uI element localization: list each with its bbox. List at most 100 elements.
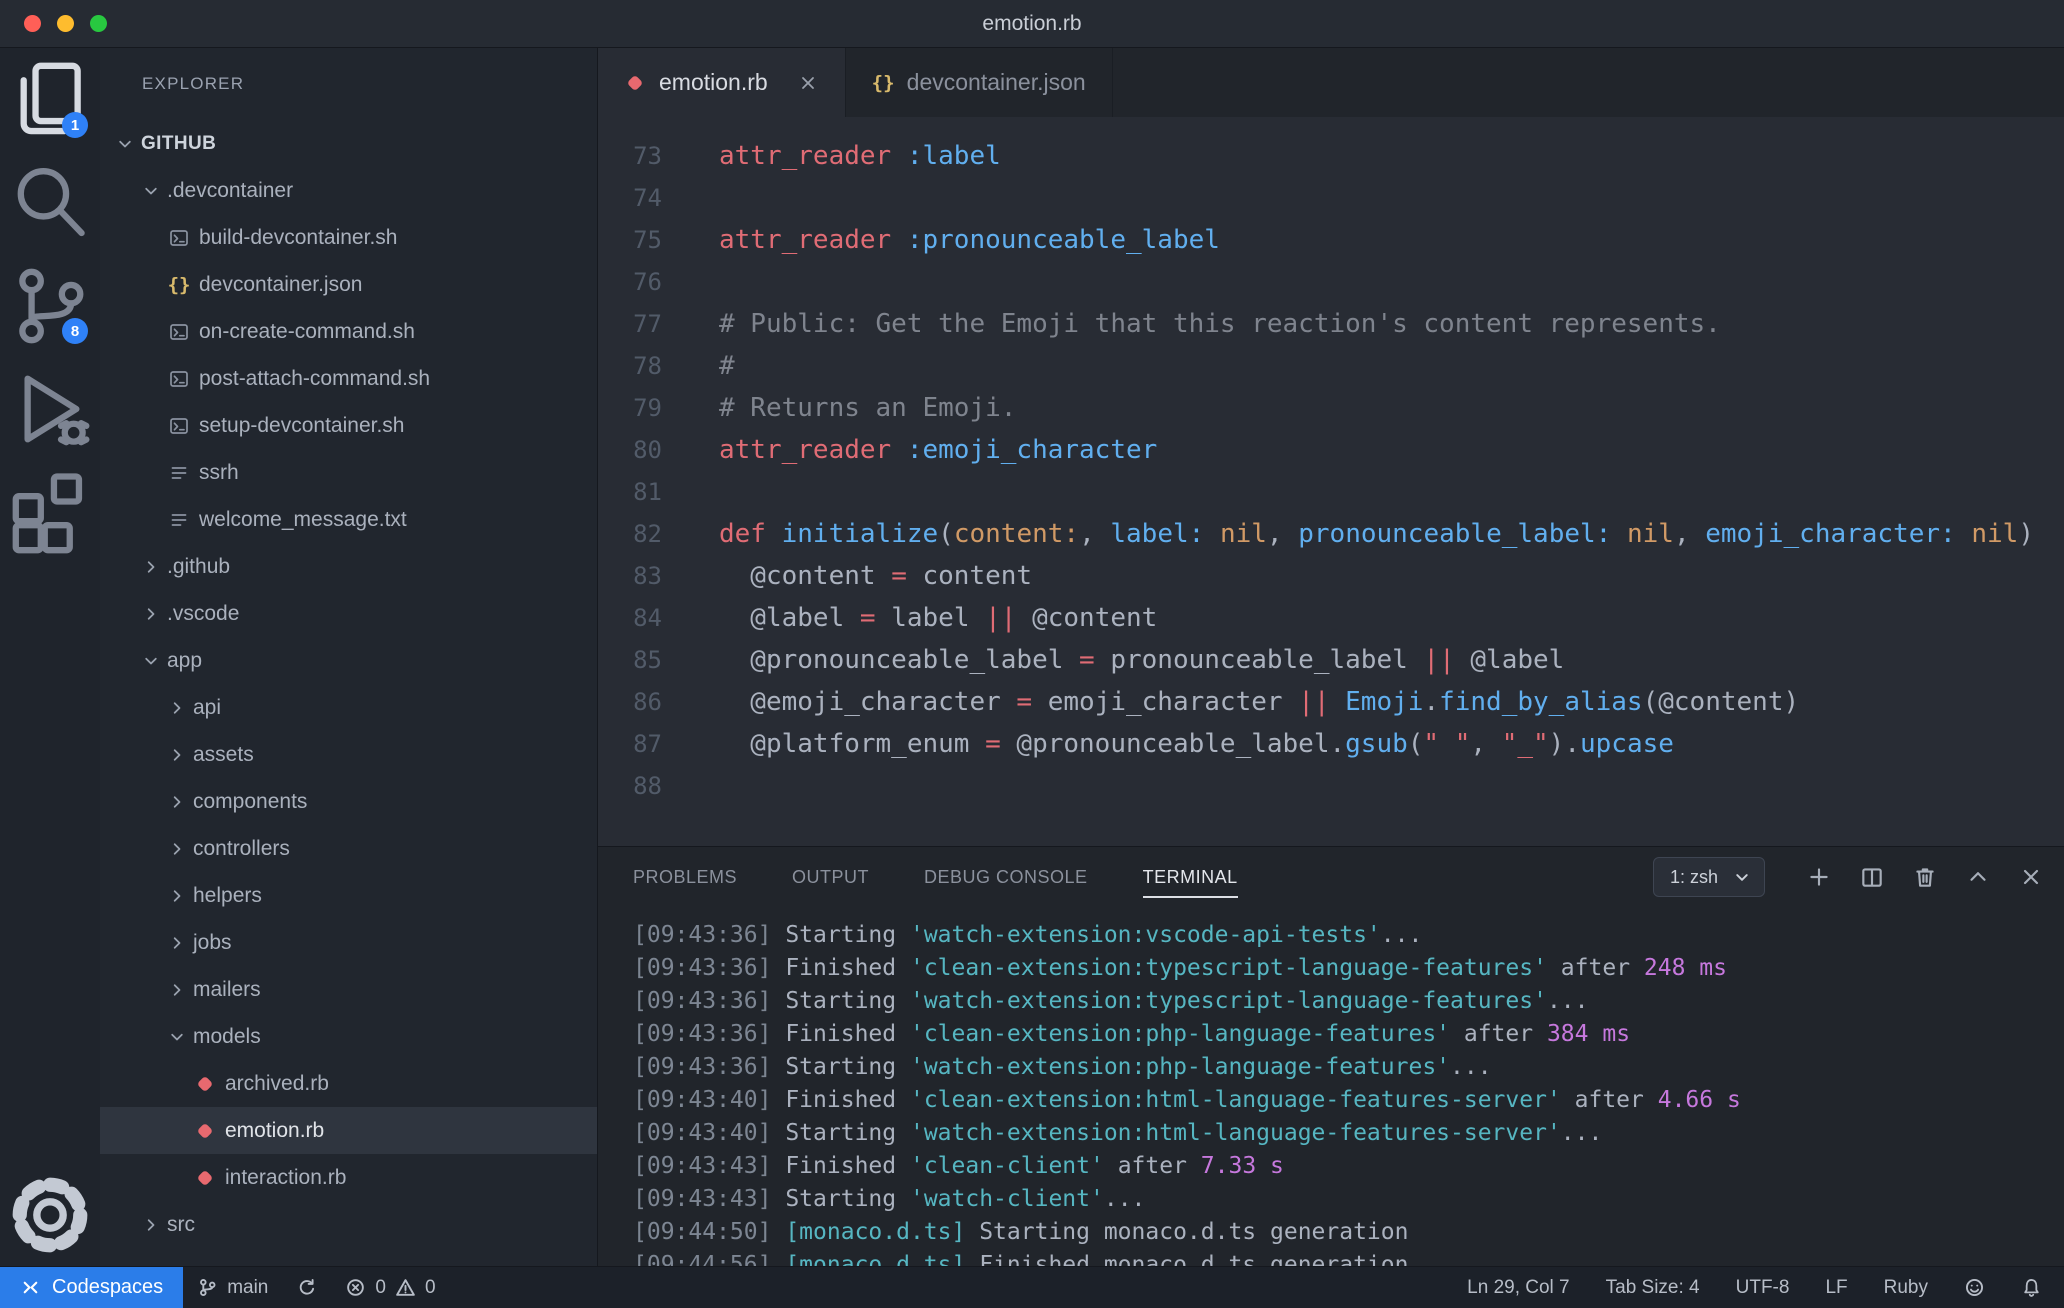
tree-item-label: setup-devcontainer.sh (199, 413, 405, 437)
tree-item-emotion-rb[interactable]: emotion.rb (100, 1107, 597, 1154)
close-window-button[interactable] (24, 15, 41, 32)
tree-item-app[interactable]: app (100, 637, 597, 684)
branch-indicator[interactable]: main (183, 1267, 282, 1308)
sync-button[interactable] (282, 1267, 331, 1308)
code-line[interactable]: 74 (598, 177, 2064, 219)
shell-file-icon (168, 415, 190, 437)
tree-item-setup-devcontainer-sh[interactable]: setup-devcontainer.sh (100, 402, 597, 449)
minimize-window-button[interactable] (57, 15, 74, 32)
activity-run-debug-button[interactable] (0, 357, 100, 460)
feedback-button[interactable] (1964, 1277, 1985, 1298)
activity-source-control-button[interactable]: 8 (0, 254, 100, 357)
codespaces-indicator[interactable]: Codespaces (0, 1267, 184, 1308)
code-line[interactable]: 84 @label = label || @content (598, 597, 2064, 639)
tree-item-models[interactable]: models (100, 1013, 597, 1060)
tree-item-on-create-command-sh[interactable]: on-create-command.sh (100, 308, 597, 355)
chevron-right-icon[interactable] (168, 793, 186, 811)
eol-indicator[interactable]: LF (1825, 1277, 1847, 1299)
code-line[interactable]: 76 (598, 261, 2064, 303)
code-editor[interactable]: 73 attr_reader :label 74 75 attr_reader :pro… (598, 117, 2064, 846)
split-terminal-button[interactable] (1859, 864, 1885, 890)
tree-item-interaction-rb[interactable]: interaction.rb (100, 1154, 597, 1201)
activity-extensions-button[interactable] (0, 460, 100, 563)
line-number: 74 (633, 184, 662, 212)
kill-terminal-button[interactable] (1912, 864, 1938, 890)
chevron-right-icon[interactable] (168, 746, 186, 764)
terminal-line: [09:43:43] Finished 'clean-client' after… (633, 1153, 1284, 1179)
settings-button[interactable] (0, 1163, 100, 1266)
panel-tab-debug-console[interactable]: DEBUG CONSOLE (924, 867, 1088, 888)
tree-item-devcontainer[interactable]: .devcontainer (100, 167, 597, 214)
code-line[interactable]: 73 attr_reader :label (598, 135, 2064, 177)
panel-tab-terminal[interactable]: TERMINAL (1142, 866, 1238, 898)
tree-item-label: on-create-command.sh (199, 319, 415, 343)
chevron-down-icon[interactable] (168, 1028, 186, 1046)
tree-item-archived-rb[interactable]: archived.rb (100, 1060, 597, 1107)
tree-item-ssrh[interactable]: ssrh (100, 449, 597, 496)
tree-item-controllers[interactable]: controllers (100, 825, 597, 872)
tree-item-jobs[interactable]: jobs (100, 919, 597, 966)
tree-item-src[interactable]: src (100, 1201, 597, 1248)
tree-item-mailers[interactable]: mailers (100, 966, 597, 1013)
panel-tab-problems[interactable]: PROBLEMS (633, 867, 737, 888)
chevron-right-icon[interactable] (142, 1216, 160, 1234)
tree-item-post-attach-command-sh[interactable]: post-attach-command.sh (100, 355, 597, 402)
chevron-right-icon[interactable] (168, 887, 186, 905)
code-line[interactable]: 79 # Returns an Emoji. (598, 387, 2064, 429)
encoding-indicator[interactable]: UTF-8 (1736, 1277, 1790, 1299)
tree-item-api[interactable]: api (100, 684, 597, 731)
problems-indicator[interactable]: 0 0 (331, 1267, 449, 1308)
tree-item-welcome-message-txt[interactable]: welcome_message.txt (100, 496, 597, 543)
code-line[interactable]: 75 attr_reader :pronounceable_label (598, 219, 2064, 261)
language-indicator[interactable]: Ruby (1884, 1277, 1928, 1299)
close-panel-button[interactable] (2018, 864, 2044, 890)
notifications-button[interactable] (2021, 1277, 2042, 1298)
tree-item-components[interactable]: components (100, 778, 597, 825)
tree-item-devcontainer-json[interactable]: {} devcontainer.json (100, 261, 597, 308)
zoom-window-button[interactable] (90, 15, 107, 32)
code-line[interactable]: 82 def initialize(content:, label: nil, p… (598, 513, 2064, 555)
indentation-indicator[interactable]: Tab Size: 4 (1606, 1277, 1700, 1299)
tree-item-assets[interactable]: assets (100, 731, 597, 778)
panel-tab-output[interactable]: OUTPUT (792, 867, 869, 888)
code-line[interactable]: 78 # (598, 345, 2064, 387)
close-tab-button[interactable] (797, 72, 819, 94)
chevron-right-icon[interactable] (142, 558, 160, 576)
maximize-panel-button[interactable] (1965, 864, 1991, 890)
code-line[interactable]: 83 @content = content (598, 555, 2064, 597)
tree-item-label: ssrh (199, 460, 239, 484)
code-line[interactable]: 87 @platform_enum = @pronounceable_label… (598, 723, 2064, 765)
chevron-right-icon[interactable] (168, 840, 186, 858)
tree-item-helpers[interactable]: helpers (100, 872, 597, 919)
code-line[interactable]: 81 (598, 471, 2064, 513)
new-terminal-button[interactable] (1806, 864, 1832, 890)
code-line[interactable]: 88 (598, 765, 2064, 807)
activity-search-button[interactable] (0, 151, 100, 254)
tree-item-build-devcontainer-sh[interactable]: build-devcontainer.sh (100, 214, 597, 261)
window-controls (24, 0, 107, 47)
branch-name: main (227, 1276, 269, 1298)
tab-devcontainer-json[interactable]: {} devcontainer.json (845, 48, 1113, 117)
activity-explorer-button[interactable]: 1 (0, 48, 100, 151)
chevron-right-icon[interactable] (168, 934, 186, 952)
cursor-position[interactable]: Ln 29, Col 7 (1467, 1277, 1569, 1299)
chevron-right-icon[interactable] (142, 605, 160, 623)
smiley-icon (1964, 1277, 1985, 1298)
code-line[interactable]: 80 attr_reader :emoji_character (598, 429, 2064, 471)
code-line[interactable]: 85 @pronounceable_label = pronounceable_… (598, 639, 2064, 681)
terminal-shell-select[interactable]: 1: zsh (1652, 857, 1765, 897)
chevron-down-icon[interactable] (142, 652, 160, 670)
terminal-output[interactable]: [09:43:36] Starting 'watch-extension:vsc… (598, 907, 2064, 1266)
tree-item-github[interactable]: GITHUB (100, 120, 597, 167)
chevron-right-icon[interactable] (168, 699, 186, 717)
chevron-down-icon[interactable] (142, 182, 160, 200)
chevron-right-icon[interactable] (168, 981, 186, 999)
panel-actions: 1: zsh (1652, 857, 2044, 897)
chevron-down-icon[interactable] (116, 135, 134, 153)
tab-emotion-rb[interactable]: emotion.rb (598, 48, 846, 117)
tree-item-github[interactable]: .github (100, 543, 597, 590)
tree-item-vscode[interactable]: .vscode (100, 590, 597, 637)
code-line[interactable]: 77 # Public: Get the Emoji that this reac… (598, 303, 2064, 345)
run-debug-icon (0, 359, 100, 459)
code-line[interactable]: 86 @emoji_character = emoji_character ||… (598, 681, 2064, 723)
